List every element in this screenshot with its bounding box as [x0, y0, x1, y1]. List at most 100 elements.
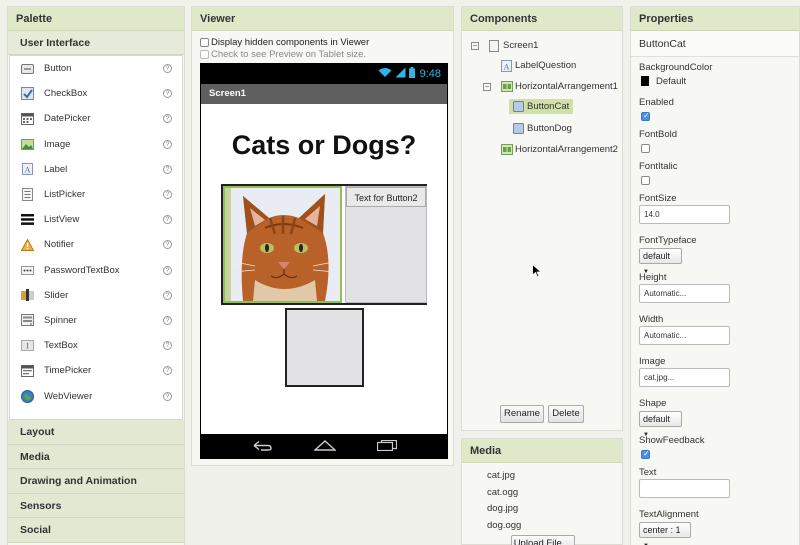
palette-item-datepicker[interactable]: DatePicker ?	[10, 106, 182, 131]
properties-component-name: ButtonCat	[631, 31, 799, 57]
palette-item-label: ListView	[44, 214, 80, 226]
media-file[interactable]: dog.jpg	[462, 501, 622, 518]
screen-icon	[489, 40, 500, 52]
prop-width-input[interactable]: Automatic...	[639, 326, 730, 345]
label-icon: A	[501, 60, 512, 72]
prop-fontsize-input[interactable]: 14.0	[639, 205, 730, 224]
palette-item-passwordtextbox[interactable]: PasswordTextBox ?	[10, 258, 182, 283]
help-icon[interactable]: ?	[163, 139, 172, 149]
mouse-cursor-icon	[532, 263, 543, 281]
tree-item-buttondog[interactable]: ButtonDog	[513, 123, 572, 134]
help-icon[interactable]: ?	[163, 240, 172, 250]
prop-backgroundcolor-label: BackgroundColor	[639, 62, 713, 73]
horizontal-arrangement-2[interactable]	[285, 308, 364, 387]
help-icon[interactable]: ?	[163, 391, 172, 401]
prop-width-label: Width	[639, 314, 664, 325]
palette-item-notifier[interactable]: Notifier ?	[10, 232, 182, 257]
label-icon: A	[20, 162, 34, 176]
help-icon[interactable]: ?	[163, 190, 172, 200]
show-hidden-row[interactable]: Display hidden components in Viewer	[192, 37, 453, 48]
svg-text:I: I	[26, 342, 29, 351]
button-dog[interactable]: Text for Button2	[345, 186, 427, 303]
media-file[interactable]: cat.ogg	[462, 485, 622, 502]
palette-item-webviewer[interactable]: WebViewer ?	[10, 383, 182, 408]
prop-showfeedback-checkbox[interactable]	[641, 449, 650, 459]
label-question[interactable]: Cats or Dogs?	[201, 130, 447, 161]
palette-item-spinner[interactable]: Spinner ?	[10, 308, 182, 333]
tree-item-buttoncat[interactable]: ButtonCat	[509, 99, 574, 114]
delete-button[interactable]: Delete	[548, 405, 584, 423]
back-icon[interactable]	[251, 438, 273, 454]
palette-category-sensors[interactable]: Sensors	[8, 493, 184, 518]
tree-item-harr1[interactable]: HorizontalArrangement1	[501, 81, 618, 92]
help-icon[interactable]: ?	[163, 366, 172, 376]
palette-item-listview[interactable]: ListView ?	[10, 207, 182, 232]
help-icon[interactable]: ?	[163, 114, 172, 124]
palette-item-button[interactable]: Button ?	[10, 56, 182, 81]
tablet-preview-row[interactable]: Check to see Preview on Tablet size.	[192, 49, 453, 60]
palette-list: Button ? CheckBox ? DatePicker ? Image ?…	[9, 55, 183, 420]
palette-item-label[interactable]: A Label ?	[10, 157, 182, 182]
palette-category-social[interactable]: Social	[8, 518, 184, 543]
palette-item-textbox[interactable]: I TextBox ?	[10, 333, 182, 358]
palette-item-timepicker[interactable]: TimePicker ?	[10, 358, 182, 383]
prop-fontbold-label: FontBold	[639, 129, 678, 140]
prop-height-label: Height	[639, 272, 667, 283]
tree-item-labelquestion[interactable]: A LabelQuestion	[501, 60, 576, 72]
palette-section-user-interface[interactable]: User Interface	[8, 31, 184, 55]
prop-fonttypeface-select[interactable]: default ▼	[639, 248, 682, 275]
horizontal-arrangement-icon	[501, 144, 513, 155]
components-title: Components	[462, 7, 622, 31]
media-file[interactable]: dog.ogg	[462, 518, 622, 535]
media-file[interactable]: cat.jpg	[462, 468, 622, 485]
button-icon	[513, 123, 524, 134]
image-icon	[20, 137, 34, 151]
collapse-screen1-icon[interactable]: −	[471, 42, 479, 50]
palette-item-slider[interactable]: Slider ?	[10, 283, 182, 308]
prop-backgroundcolor-value[interactable]: Default	[656, 76, 686, 87]
tablet-preview-checkbox[interactable]	[200, 50, 209, 59]
button-cat[interactable]	[223, 186, 342, 303]
prop-text-input[interactable]	[639, 479, 730, 498]
prop-fontitalic-checkbox[interactable]	[641, 176, 650, 185]
palette-category-layout[interactable]: Layout	[8, 420, 184, 445]
palette-item-checkbox[interactable]: CheckBox ?	[10, 81, 182, 106]
palette-item-label: Label	[44, 163, 68, 175]
tree-item-screen1[interactable]: Screen1	[489, 40, 538, 52]
prop-height-input[interactable]: Automatic...	[639, 284, 730, 303]
tree-item-label: HorizontalArrangement2	[515, 144, 618, 155]
help-icon[interactable]: ?	[163, 89, 172, 99]
prop-shape-select[interactable]: default ▼	[639, 411, 682, 438]
help-icon[interactable]: ?	[163, 265, 172, 275]
prop-textalignment-select[interactable]: center : 1 ▼	[639, 522, 691, 545]
prop-fontbold-checkbox[interactable]	[641, 144, 650, 153]
rename-button[interactable]: Rename	[500, 405, 544, 423]
help-icon[interactable]: ?	[163, 290, 172, 300]
help-icon[interactable]: ?	[163, 164, 172, 174]
show-hidden-checkbox[interactable]	[200, 38, 209, 47]
upload-file-button[interactable]: Upload File ...	[511, 535, 575, 545]
palette-title: Palette	[8, 7, 184, 31]
palette-category-media[interactable]: Media	[8, 444, 184, 469]
help-icon[interactable]: ?	[163, 341, 172, 351]
timepicker-icon	[20, 364, 34, 378]
recents-icon[interactable]	[376, 438, 397, 454]
tree-item-harr2[interactable]: HorizontalArrangement2	[501, 144, 618, 155]
home-icon[interactable]	[313, 438, 337, 454]
collapse-harr1-icon[interactable]: −	[483, 83, 491, 91]
prop-image-input[interactable]: cat.jpg...	[639, 368, 730, 387]
color-swatch[interactable]	[641, 76, 649, 86]
prop-enabled-checkbox[interactable]	[641, 111, 650, 121]
components-panel: Components − Screen1 A LabelQuestion − H…	[461, 6, 623, 431]
palette-item-label: ListPicker	[44, 189, 86, 201]
palette-item-listpicker[interactable]: ListPicker ?	[10, 182, 182, 207]
horizontal-arrangement-1[interactable]: Text for Button2	[221, 184, 427, 305]
palette-item-image[interactable]: Image ?	[10, 132, 182, 157]
phone-status-bar: 9:48	[201, 64, 447, 84]
select-value: default	[643, 414, 671, 424]
help-icon[interactable]: ?	[163, 315, 172, 325]
palette-category-drawing-animation[interactable]: Drawing and Animation	[8, 469, 184, 494]
palette-item-label: WebViewer	[44, 390, 93, 402]
help-icon[interactable]: ?	[163, 64, 172, 74]
help-icon[interactable]: ?	[163, 215, 172, 225]
